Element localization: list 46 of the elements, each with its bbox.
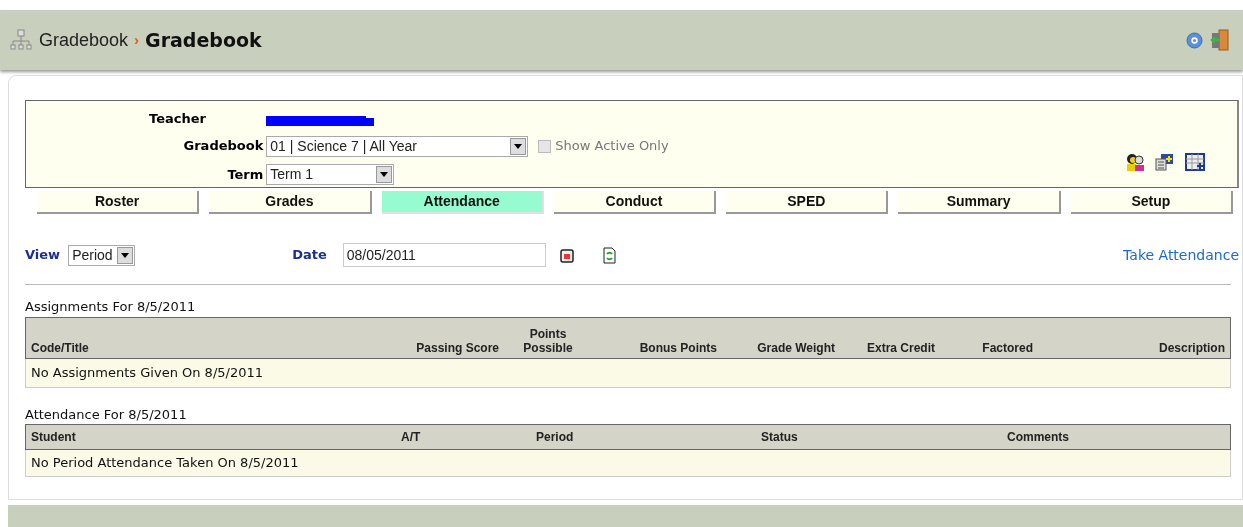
section-title: Attendance For 8/5/2011 — [25, 405, 188, 424]
column-header: Points Possible — [522, 326, 574, 355]
empty-message: No Period Attendance Taken On 8/5/2011 — [31, 454, 299, 473]
gradebook-dropdown[interactable]: 01 | Science 7 | All Year — [266, 135, 529, 157]
tab[interactable]: Summary — [898, 191, 1061, 214]
tab[interactable]: SPED — [726, 191, 889, 214]
tab[interactable]: Setup — [1070, 191, 1233, 214]
calendar-icon[interactable] — [559, 247, 574, 263]
column-header: Description — [1158, 340, 1226, 355]
hierarchy-icon — [10, 29, 32, 51]
field-label: Term — [226, 165, 264, 184]
field-label: Teacher — [148, 110, 206, 129]
empty-message: No Assignments Given On 8/5/2011 — [31, 363, 263, 382]
take-attendance-link[interactable]: Take Attendance — [1123, 244, 1239, 266]
column-header: Code/Title — [30, 340, 90, 355]
column-header: Passing Score — [415, 340, 500, 355]
section-title: Assignments For 8/5/2011 — [25, 298, 197, 316]
people-icon[interactable] — [1125, 153, 1145, 171]
field-label: Gradebook — [182, 137, 264, 156]
help-icon[interactable] — [1186, 31, 1203, 49]
table-add-icon[interactable] — [1185, 153, 1205, 171]
term-dropdown[interactable]: Term 1 — [266, 163, 395, 185]
exit-door-icon[interactable] — [1209, 29, 1229, 51]
column-header: Status — [760, 430, 799, 444]
copy-add-icon[interactable] — [1155, 153, 1175, 171]
tab[interactable]: Roster — [37, 191, 200, 214]
column-header: Grade Weight — [756, 340, 836, 355]
date-field[interactable]: 08/05/2011 — [342, 243, 546, 267]
tab[interactable]: Grades — [209, 191, 372, 214]
field-label: View — [25, 246, 61, 265]
column-header: Factored — [981, 340, 1034, 355]
column-header: A/T — [400, 430, 422, 444]
column-header: Comments — [1006, 430, 1070, 444]
page-title: Gradebook — [145, 27, 262, 53]
column-header: Period — [535, 430, 575, 444]
tab[interactable]: Conduct — [553, 191, 717, 214]
tab[interactable]: Attendance — [381, 191, 544, 214]
refresh-icon[interactable] — [602, 246, 616, 264]
column-header: Bonus Points — [638, 340, 718, 355]
column-header: Student — [30, 430, 77, 444]
checkbox-label: Show Active Only — [555, 137, 669, 156]
column-header: Extra Credit — [865, 340, 936, 355]
view-dropdown[interactable]: Period — [68, 244, 136, 266]
field-label: Date — [292, 246, 327, 265]
breadcrumb-separator: › — [134, 29, 140, 50]
breadcrumb-link[interactable]: Gradebook — [39, 26, 129, 54]
